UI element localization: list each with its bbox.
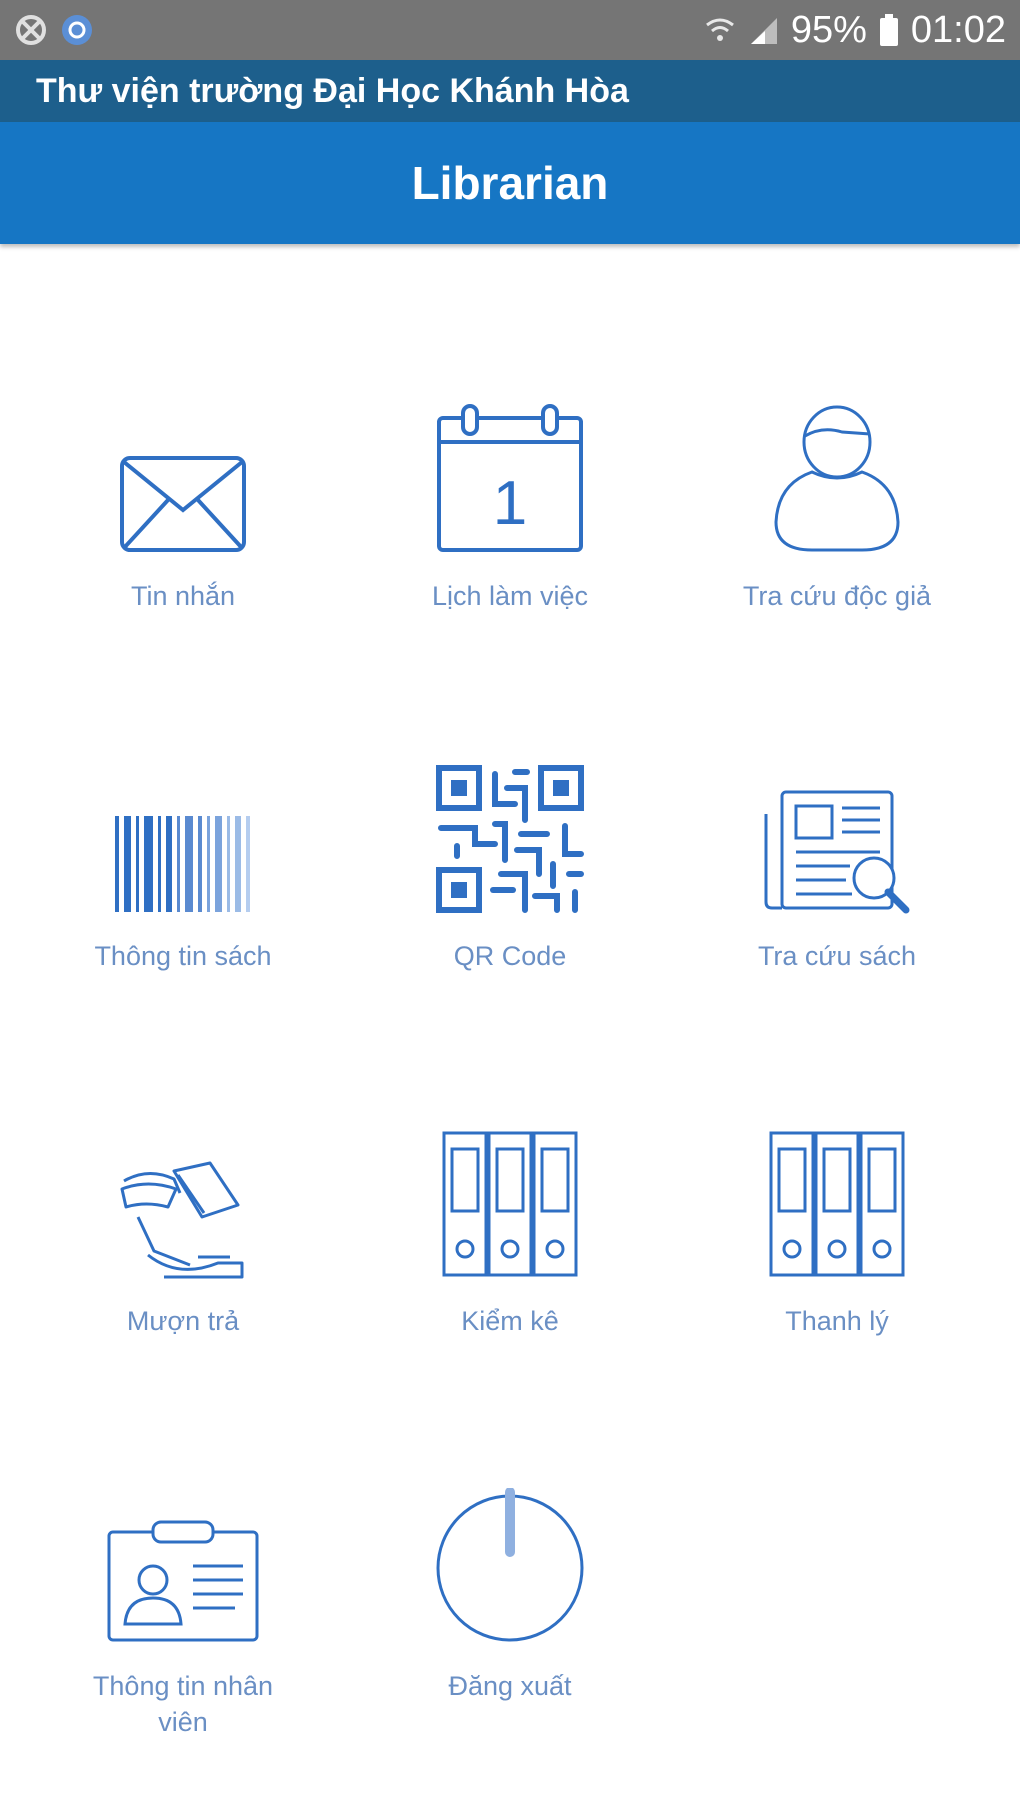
menu-item-inventory[interactable]: Kiểm kê <box>360 1109 660 1409</box>
blocked-icon <box>16 15 46 45</box>
menu-item-messages[interactable]: Tin nhắn <box>33 384 333 684</box>
menu-item-label: Mượn trả <box>126 1306 240 1336</box>
status-time: 01:02 <box>910 8 1006 51</box>
signal-icon <box>750 18 777 44</box>
sync-icon <box>62 15 92 45</box>
menu-item-label: Tra cứu sách <box>757 941 917 971</box>
qr-code-icon <box>436 765 584 913</box>
calendar-icon: 1 <box>437 404 583 552</box>
battery-icon <box>879 14 898 46</box>
status-bar: 95% 01:02 <box>0 0 1020 60</box>
app-titlebar: Thư viện trường Đại Học Khánh Hòa <box>0 60 1020 122</box>
header: Librarian <box>0 122 1020 244</box>
wifi-icon <box>705 18 734 41</box>
menu-item-label: Kiểm kê <box>461 1306 559 1336</box>
calendar-day: 1 <box>493 469 527 538</box>
id-card-icon <box>107 1520 259 1642</box>
app-title: Thư viện trường Đại Học Khánh Hòa <box>36 71 629 110</box>
page-title: Librarian <box>411 157 609 209</box>
book-exchange-icon <box>120 1161 244 1279</box>
menu-item-logout[interactable]: Đăng xuất <box>360 1474 660 1774</box>
menu-item-label: Thông tin nhân viên <box>92 1671 274 1737</box>
binders-icon <box>769 1131 905 1277</box>
menu-item-label: Thanh lý <box>785 1306 889 1336</box>
menu-item-borrow-return[interactable]: Mượn trả <box>33 1109 333 1409</box>
status-right: 95% 01:02 <box>703 9 1006 52</box>
menu-item-book-info[interactable]: Thông tin sách <box>33 744 333 1044</box>
menu-item-label: Lịch làm việc <box>431 581 589 611</box>
menu-item-liquidation[interactable]: Thanh lý <box>687 1109 987 1409</box>
reader-icon <box>774 405 900 552</box>
status-left <box>14 13 94 47</box>
barcode-icon <box>115 816 250 912</box>
menu-item-label: Đăng xuất <box>448 1671 572 1701</box>
menu-item-label: Tra cứu độc giả <box>742 581 932 611</box>
menu-item-label: QR Code <box>453 941 567 971</box>
menu-item-book-search[interactable]: Tra cứu sách <box>687 744 987 1044</box>
menu-item-staff-info[interactable]: Thông tin nhân viên <box>33 1474 333 1774</box>
menu-item-schedule[interactable]: 1 Lịch làm việc <box>360 384 660 684</box>
menu-item-label: Thông tin sách <box>94 941 272 971</box>
menu-item-label: Tin nhắn <box>130 581 236 611</box>
power-icon <box>436 1488 584 1642</box>
battery-percent: 95% <box>790 8 867 51</box>
envelope-icon <box>120 456 246 552</box>
menu-item-qr-code[interactable]: QR Code <box>360 744 660 1044</box>
menu-grid: Tin nhắn 1 Lịch làm việc Tra cứu độc giả <box>0 244 1020 1819</box>
menu-item-reader-search[interactable]: Tra cứu độc giả <box>687 384 987 684</box>
newspaper-search-icon <box>764 790 910 914</box>
binders-icon <box>442 1131 578 1277</box>
